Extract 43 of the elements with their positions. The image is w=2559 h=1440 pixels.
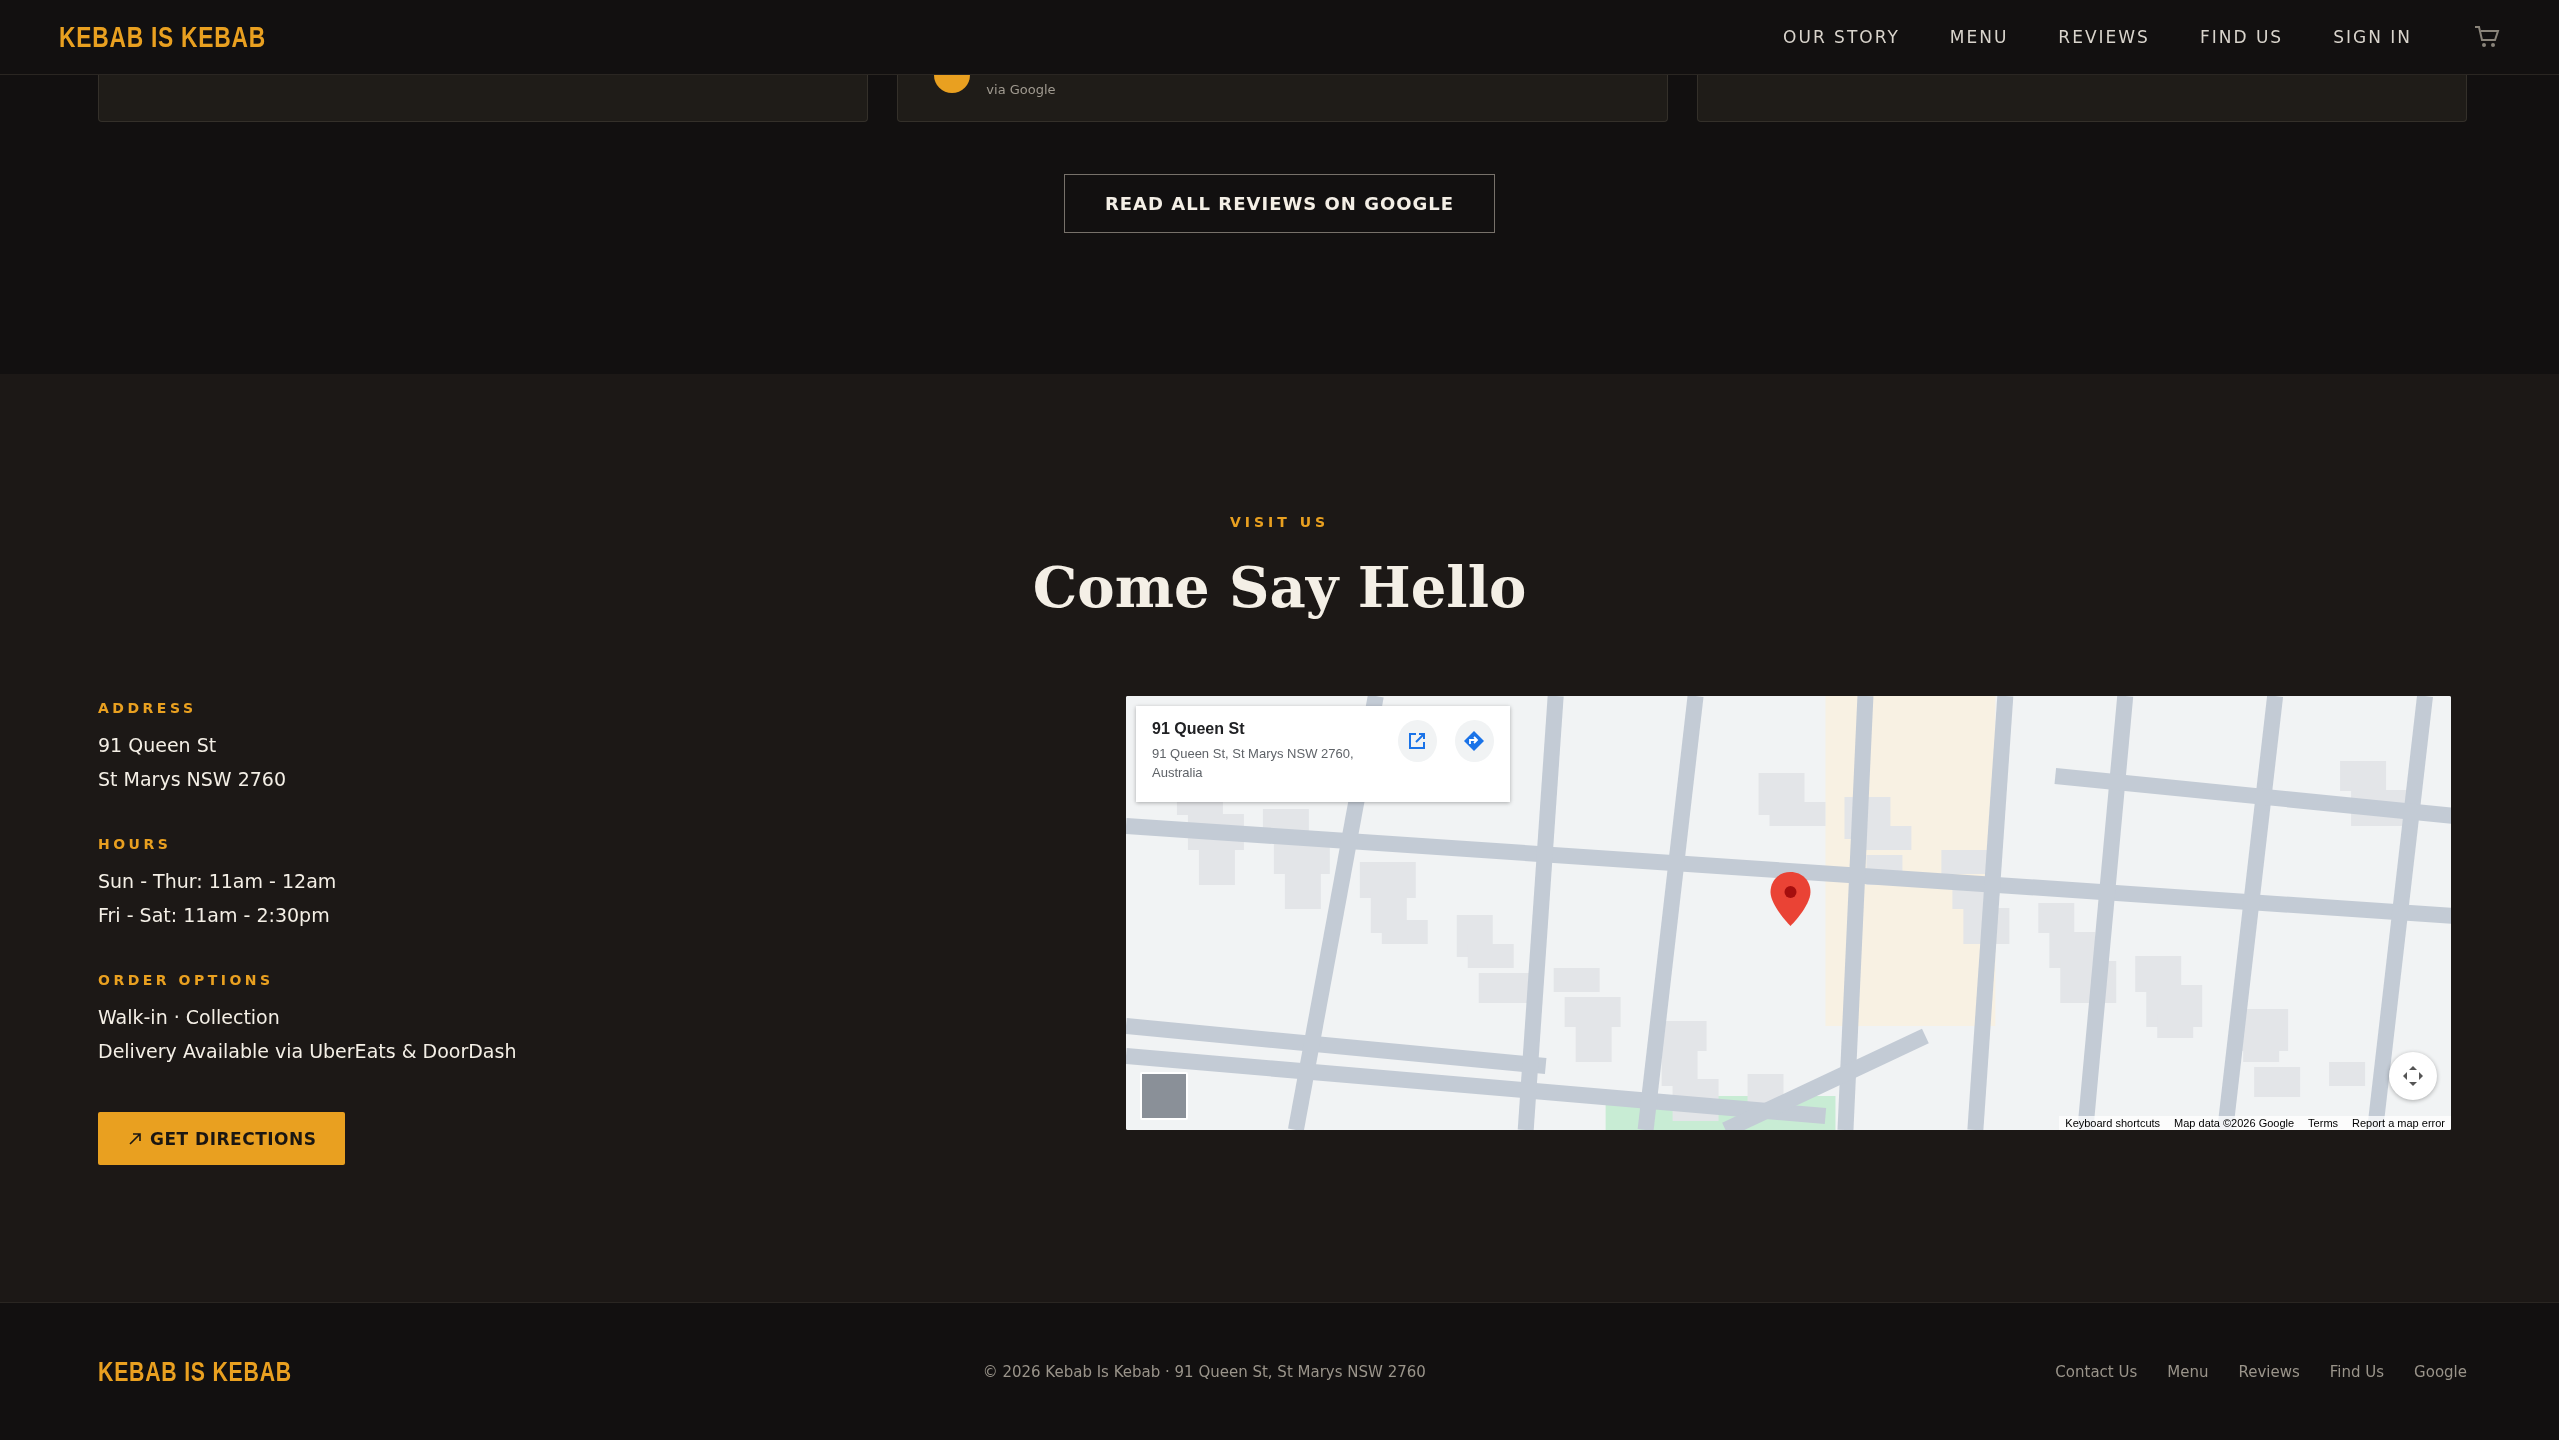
directions-icon [1463,730,1486,752]
open-map-button[interactable] [1397,720,1437,762]
section-title: Come Say Hello [1032,554,1527,620]
footer-logo[interactable]: KEBAB IS KEBAB [98,1355,292,1388]
nav-link[interactable]: MENU [1949,27,2009,47]
info-text: 91 Queen St [98,733,218,758]
footer-link[interactable]: Contact Us [2055,1362,2138,1381]
info-label: ADDRESS [98,700,198,716]
review-source: via Google [986,82,1056,97]
avatar [934,75,971,93]
footer-link[interactable]: Find Us [2329,1362,2385,1381]
info-text: Walk-in · Collection [98,1005,281,1030]
directions-button[interactable] [1454,720,1494,762]
section-eyebrow: VISIT US [1229,514,1330,530]
site-logo[interactable]: KEBAB IS KEBAB [59,20,266,54]
cart-icon[interactable] [2474,25,2500,49]
map-attribution-link[interactable]: Keyboard shortcuts [2065,1117,2161,1129]
footer-link[interactable]: Google [2414,1362,2467,1381]
map-attribution-link[interactable]: Map data ©2026 Google [2174,1117,2295,1129]
nav-link[interactable]: OUR STORY [1783,27,1900,47]
info-text: St Marys NSW 2760 [98,767,288,792]
place-title: 91 Queen St [1152,720,1246,738]
fullscreen-icon [2401,1064,2425,1088]
nav-link[interactable]: SIGN IN [2333,27,2412,47]
info-text: Sun - Thur: 11am - 12am [98,869,338,894]
satellite-toggle[interactable] [1140,1072,1188,1120]
get-directions-button[interactable]: GET DIRECTIONS [98,1112,345,1165]
nav-link[interactable]: FIND US [2199,27,2284,47]
info-label: ORDER OPTIONS [98,972,275,988]
footer-link[interactable]: Menu [2167,1362,2209,1381]
external-link-icon [1407,731,1428,751]
read-reviews-button[interactable]: READ ALL REVIEWS ON GOOGLE [1063,174,1496,233]
place-address: 91 Queen St, St Marys NSW 2760, Australia [1152,745,1355,782]
info-label: HOURS [98,836,173,852]
map-attribution-link[interactable]: Report a map error [2352,1117,2445,1129]
footer-link[interactable]: Reviews [2238,1362,2300,1381]
info-text: Fri - Sat: 11am - 2:30pm [98,903,331,928]
map-embed[interactable]: 91 Queen St 91 Queen St, St Marys NSW 2760, Australia Keyboard shortcuts Map data ©2026 Google Terms Report a map error [1126,696,2451,1130]
nav-link[interactable]: REVIEWS [2058,27,2150,47]
map-attribution-link[interactable]: Terms [2308,1117,2339,1129]
copyright-text: © 2026 Kebab Is Kebab · 91 Queen St, St Marys NSW 2760 [981,1362,1427,1381]
arrow-icon [128,1131,142,1146]
info-text: Delivery Available via UberEats & DoorDash [98,1039,518,1064]
